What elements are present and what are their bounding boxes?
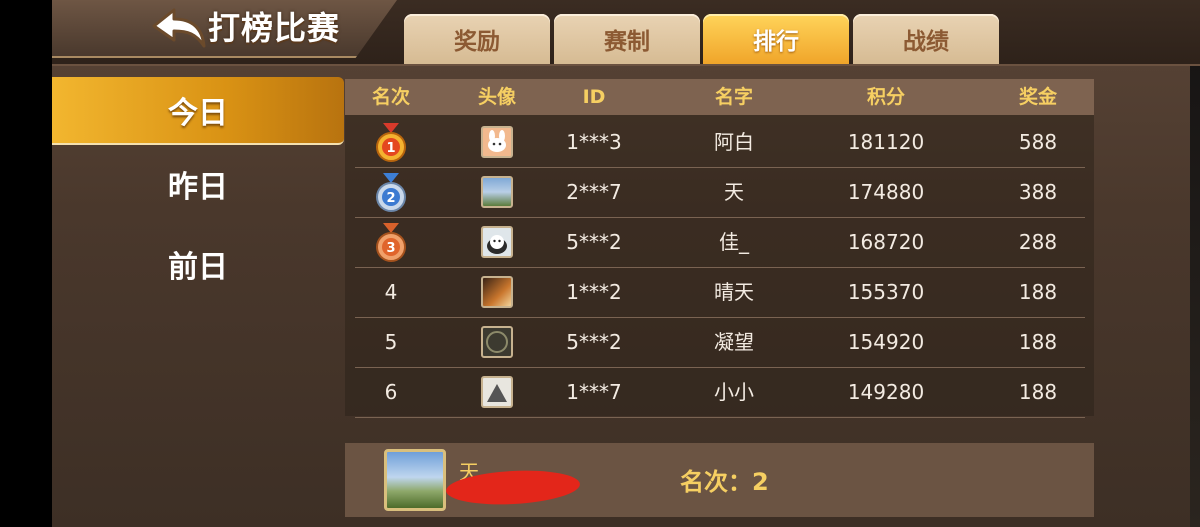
player-score: 181120 [847,130,925,154]
player-name: 天 [724,180,744,204]
tab-record[interactable]: 战绩 [853,14,999,64]
player-prize: 288 [1018,230,1058,254]
player-prize: 188 [1018,280,1058,304]
player-prize: 588 [1018,130,1058,154]
my-rank-label: 名次： [680,468,752,496]
sketch-avatar[interactable] [481,376,513,408]
anime-avatar[interactable] [481,276,513,308]
sidebar-item-yesterday[interactable]: 昨日 [52,151,344,217]
player-id: 2***7 [566,180,622,204]
table-row[interactable]: 5 5***2 凝望 154920 188 [355,317,1085,368]
player-name: 小小 [714,380,754,404]
player-prize: 188 [1018,380,1058,404]
tab-rewards[interactable]: 奖励 [404,14,550,64]
table-row[interactable]: 6 1***7 小小 149280 188 [355,367,1085,418]
column-header-rank: 名次 [371,86,411,108]
sidebar-item-day-before[interactable]: 前日 [52,231,344,297]
player-score: 155370 [847,280,925,304]
gold-medal-icon: 1 [376,123,406,162]
tab-rules[interactable]: 赛制 [554,14,700,64]
back-arrow-icon[interactable] [150,6,208,50]
table-row[interactable]: 2 2***7 天 174880 388 [355,167,1085,218]
player-id: 1***3 [566,130,622,154]
my-rank-value: 2 [752,468,769,496]
player-prize: 188 [1018,330,1058,354]
player-name: 阿白 [714,130,754,154]
player-rank: 4 [384,280,398,304]
player-name: 佳_ [719,230,749,254]
player-score: 154920 [847,330,925,354]
tab-ranking[interactable]: 排行 [703,14,849,64]
column-header-score: 积分 [866,86,906,108]
column-header-avatar: 头像 [477,86,517,108]
silver-medal-icon: 2 [376,173,406,212]
player-rank: 6 [384,380,398,404]
table-row[interactable]: 1 1***3 阿白 181120 588 [355,117,1085,168]
svg-text:1: 1 [386,141,395,156]
sidebar-item-today[interactable]: 今日 [52,77,344,145]
rabbit-avatar[interactable] [481,126,513,158]
my-rank-text: 名次：2 [680,462,769,497]
cat-avatar[interactable] [481,226,513,258]
svg-text:2: 2 [386,191,395,206]
player-id: 5***2 [566,230,622,254]
player-score: 168720 [847,230,925,254]
svg-text:3: 3 [386,241,395,256]
player-prize: 388 [1018,180,1058,204]
player-id: 1***2 [566,280,622,304]
column-header-name: 名字 [714,86,754,108]
player-id: 1***7 [566,380,622,404]
column-header-id: ID [582,86,606,108]
page-title: 打榜比赛 [208,9,341,47]
player-score: 174880 [847,180,925,204]
column-header-prize: 奖金 [1018,86,1058,108]
player-name: 凝望 [714,330,754,354]
right-edge-strip [1190,0,1200,527]
table-row[interactable]: 3 5***2 佳_ 168720 288 [355,217,1085,268]
69-avatar[interactable] [481,326,513,358]
landscape-avatar[interactable] [481,176,513,208]
player-score: 149280 [847,380,925,404]
player-id: 5***2 [566,330,622,354]
my-avatar[interactable] [384,449,446,511]
player-rank: 5 [384,330,398,354]
bronze-medal-icon: 3 [376,223,406,262]
table-row[interactable]: 4 1***2 晴天 155370 188 [355,267,1085,318]
player-name: 晴天 [714,280,754,304]
